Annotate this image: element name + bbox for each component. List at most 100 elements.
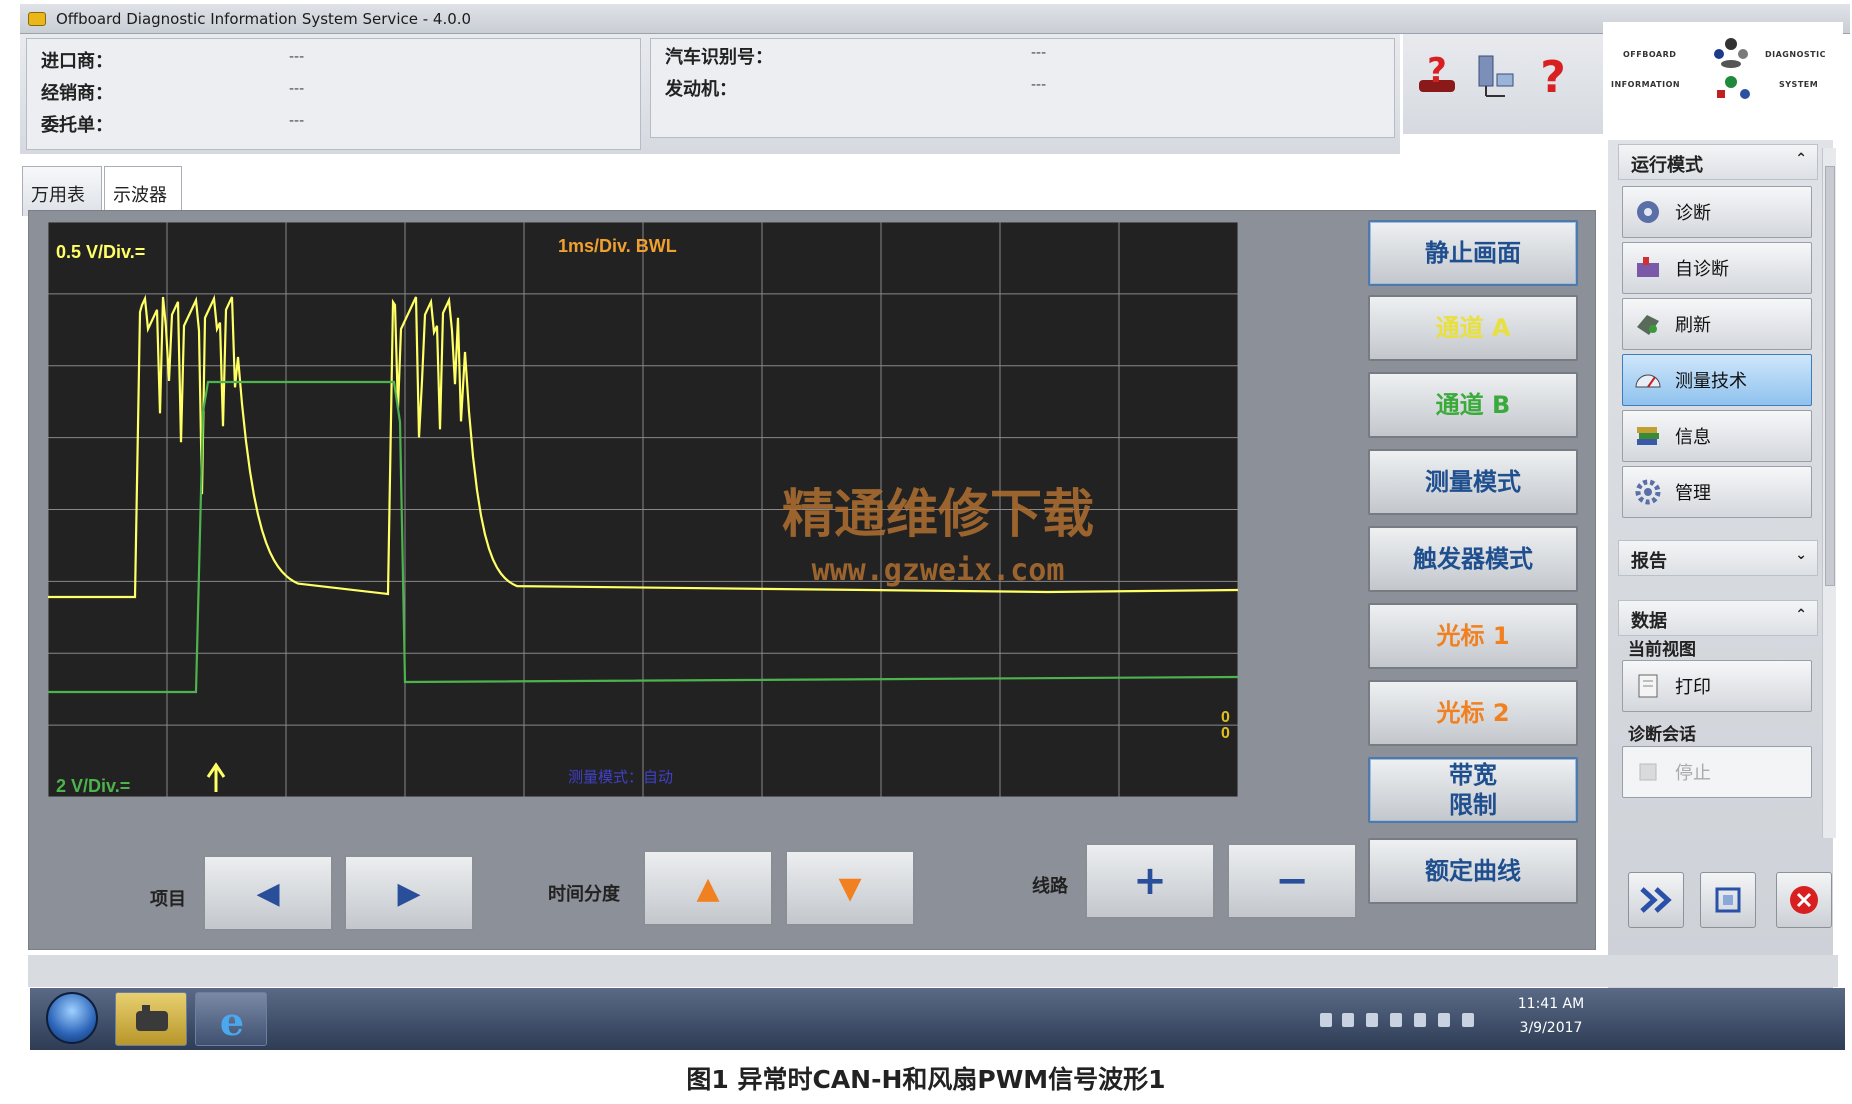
scrollbar-thumb[interactable] <box>1825 166 1835 586</box>
freeze-screen-button[interactable]: 静止画面 <box>1368 220 1578 286</box>
tab-oscilloscope[interactable]: 示波器 <box>104 166 182 216</box>
double-chevron-right-icon <box>1640 887 1672 913</box>
sidebar-item-label: 刷新 <box>1675 315 1711 336</box>
data-title: 数据 <box>1631 611 1667 632</box>
bluetooth-icon[interactable] <box>1366 1013 1378 1027</box>
sidebar-item-info[interactable]: 信息 <box>1622 410 1812 462</box>
cursor-2-button[interactable]: 光标 2 <box>1368 680 1578 746</box>
up-arrow-icon: ▲ <box>696 870 720 906</box>
next-item-button[interactable]: ▶ <box>344 855 474 931</box>
channel-b-scale: 2 V/Div.= <box>56 776 130 796</box>
sidebar-item-label: 管理 <box>1675 483 1711 504</box>
time-division-down-button[interactable]: ▼ <box>785 850 915 926</box>
volume-icon[interactable] <box>1462 1013 1474 1027</box>
vin-value: --- <box>1031 45 1047 61</box>
expand-icon[interactable]: ⌄ <box>1795 547 1807 563</box>
trigger-mode-button[interactable]: 触发器模式 <box>1368 526 1578 592</box>
flash-icon <box>1637 315 1659 335</box>
tray-network-icon[interactable] <box>1342 1013 1354 1027</box>
down-arrow-icon: ▼ <box>838 870 862 906</box>
sidebar-scrollbar[interactable] <box>1822 148 1836 838</box>
trigger-arrow-icon[interactable] <box>206 762 226 792</box>
diagnostic-session-label: 诊断会话 <box>1628 725 1696 745</box>
measure-mode-button[interactable]: 测量模式 <box>1368 449 1578 515</box>
importer-label: 进口商： <box>41 51 113 72</box>
sidebar-item-diagnosis[interactable]: 诊断 <box>1622 186 1812 238</box>
frame-capture-icon <box>1715 887 1741 913</box>
watermark-url: www.gzweix.com <box>812 553 1065 588</box>
tab-oscilloscope-label: 示波器 <box>113 185 167 206</box>
measurement-icon <box>1635 374 1661 388</box>
screenshot-button[interactable] <box>1700 872 1756 928</box>
signal-icon[interactable] <box>1438 1013 1450 1027</box>
tab-multimeter-label: 万用表 <box>31 185 85 206</box>
print-button[interactable]: 打印 <box>1622 660 1812 712</box>
zero-marker-2: 0 <box>1221 725 1230 742</box>
dealer-info-box: 进口商： --- 经销商： --- 委托单： --- <box>26 38 641 150</box>
collapse-icon[interactable]: ⌃ <box>1795 607 1807 623</box>
sidebar-item-flash[interactable]: 刷新 <box>1622 298 1812 350</box>
sidebar-item-measurement[interactable]: 测量技术 <box>1622 354 1812 406</box>
self-diagnosis-icon <box>1637 257 1659 277</box>
channel-b-button[interactable]: 通道 B <box>1368 372 1578 438</box>
left-arrow-icon: ◀ <box>256 875 280 911</box>
order-label: 委托单： <box>41 115 113 136</box>
car-help-icon[interactable]: ? <box>1415 52 1459 102</box>
vin-label: 汽车识别号： <box>665 47 773 68</box>
order-value: --- <box>289 113 305 129</box>
cursor-1-button[interactable]: 光标 1 <box>1368 603 1578 669</box>
network-icon[interactable] <box>1473 52 1517 102</box>
start-button[interactable] <box>46 992 98 1044</box>
engine-value: --- <box>1031 77 1047 93</box>
right-arrow-icon: ▶ <box>397 875 421 911</box>
help-icon[interactable]: ? <box>1531 52 1575 102</box>
item-label: 项目 <box>150 889 186 910</box>
vehicle-id-box: 汽车识别号： --- 发动机： --- <box>650 38 1395 138</box>
previous-item-button[interactable]: ◀ <box>203 855 333 931</box>
time-division-up-button[interactable]: ▲ <box>643 850 773 926</box>
battery-icon[interactable] <box>1414 1013 1426 1027</box>
tray-arrow-icon[interactable] <box>1320 1013 1332 1027</box>
cursor-1-label: 光标 1 <box>1436 622 1510 650</box>
rated-curve-button[interactable]: 额定曲线 <box>1368 838 1578 904</box>
data-header[interactable]: 数据 ⌃ <box>1618 600 1818 636</box>
status-strip <box>28 955 1838 987</box>
taskbar-browser[interactable]: e <box>195 992 267 1046</box>
bandwidth-limit-button[interactable]: 带宽 限制 <box>1368 757 1578 823</box>
logo-word-system: SYSTEM <box>1779 80 1819 89</box>
freeze-screen-label: 静止画面 <box>1425 239 1521 267</box>
internet-explorer-icon: e <box>220 999 244 1044</box>
stop-button[interactable]: 停止 <box>1622 746 1812 798</box>
channel-a-scale: 0.5 V/Div.= <box>56 242 145 262</box>
bandwidth-limit-label: 带宽 限制 <box>1449 761 1497 819</box>
clock-time[interactable]: 11:41 AM <box>1506 996 1596 1012</box>
line-remove-button[interactable]: − <box>1227 843 1357 919</box>
timebase-label: 1ms/Div. BWL <box>558 236 677 256</box>
line-add-button[interactable]: + <box>1085 843 1215 919</box>
channel-a-button[interactable]: 通道 A <box>1368 295 1578 361</box>
measure-mode-label: 测量模式 <box>1425 468 1521 496</box>
vehicle-info-header: 进口商： --- 经销商： --- 委托单： --- 汽车识别号： --- 发动… <box>20 34 1400 154</box>
taskbar-odis-app[interactable] <box>115 992 187 1046</box>
clock-date[interactable]: 3/9/2017 <box>1506 1020 1596 1036</box>
cursor-2-label: 光标 2 <box>1436 699 1510 727</box>
line-label: 线路 <box>1032 876 1068 897</box>
sidebar-item-admin[interactable]: 管理 <box>1622 466 1812 518</box>
close-icon <box>1790 886 1818 914</box>
current-view-label: 当前视图 <box>1628 640 1696 660</box>
report-header[interactable]: 报告 ⌄ <box>1618 540 1818 576</box>
sidebar-item-self-diagnosis[interactable]: 自诊断 <box>1622 242 1812 294</box>
close-button[interactable] <box>1776 872 1832 928</box>
operating-mode-header[interactable]: 运行模式 ⌃ <box>1618 144 1818 180</box>
forward-button[interactable] <box>1628 872 1684 928</box>
logo-word-information: INFORMATION <box>1611 80 1681 89</box>
tab-multimeter[interactable]: 万用表 <box>22 166 102 216</box>
stop-label: 停止 <box>1675 763 1711 784</box>
collapse-icon[interactable]: ⌃ <box>1795 151 1807 167</box>
importer-value: --- <box>289 49 305 65</box>
plus-icon: + <box>1133 858 1167 904</box>
title-bar: Offboard Diagnostic Information System S… <box>20 4 1850 34</box>
action-center-flag-icon[interactable] <box>1390 1013 1402 1027</box>
brand-logos-icon <box>1714 38 1750 99</box>
dealer-value: --- <box>289 81 305 97</box>
